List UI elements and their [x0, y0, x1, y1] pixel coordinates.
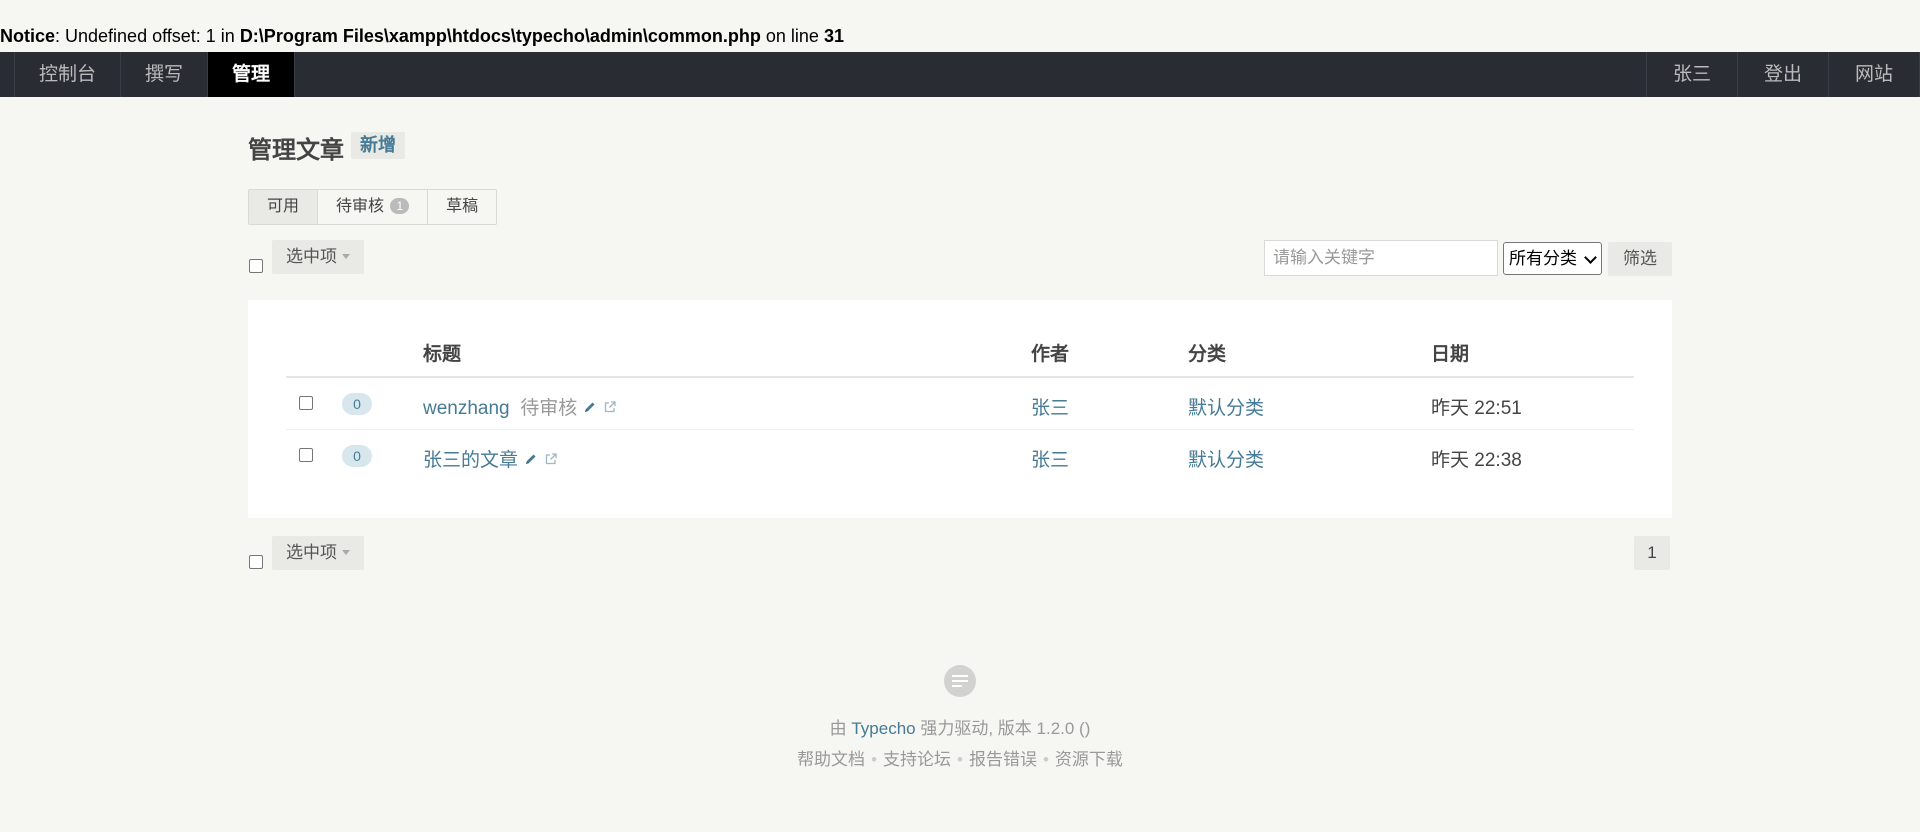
footer-link-report-bug[interactable]: 报告错误	[969, 750, 1037, 769]
selected-actions-dropdown-bottom[interactable]: 选中项	[272, 536, 364, 570]
category-selected-value: 所有分类	[1509, 249, 1577, 268]
selected-actions-label: 选中项	[286, 543, 337, 562]
caret-down-icon	[342, 550, 350, 555]
tab-waiting-label: 待审核	[336, 198, 385, 215]
notice-message: : Undefined offset: 1 in	[55, 26, 240, 46]
column-header-date: 日期	[1431, 344, 1470, 365]
footer-links: 帮助文档 • 支持论坛 • 报告错误 • 资源下载	[0, 745, 1920, 770]
table-row-title-cell: 张三的文章	[423, 445, 558, 472]
row-divider	[286, 429, 1634, 430]
tab-published[interactable]: 可用	[249, 190, 319, 224]
keyword-search-input[interactable]: 请输入关键字	[1264, 240, 1498, 276]
column-header-title: 标题	[423, 344, 462, 365]
comment-count-badge[interactable]: 0	[342, 445, 372, 467]
menu-dashboard[interactable]: 控制台	[15, 52, 122, 97]
footer-separator: •	[871, 750, 878, 769]
footer-link-docs[interactable]: 帮助文档	[797, 750, 865, 769]
typecho-link[interactable]: Typecho	[851, 719, 915, 738]
footer-version: 强力驱动, 版本 1.2.0 ()	[915, 719, 1091, 738]
post-author-link[interactable]: 张三	[1031, 445, 1069, 472]
footer-link-downloads[interactable]: 资源下载	[1055, 750, 1123, 769]
table-header-divider	[286, 376, 1634, 378]
comment-count-badge[interactable]: 0	[342, 393, 372, 415]
selected-actions-dropdown-top[interactable]: 选中项	[272, 240, 364, 274]
external-link-icon[interactable]	[544, 450, 558, 472]
search-placeholder: 请输入关键字	[1273, 248, 1375, 267]
post-title-link[interactable]: 张三的文章	[423, 450, 518, 471]
column-header-author: 作者	[1031, 344, 1070, 365]
post-date: 昨天 22:38	[1431, 450, 1522, 471]
select-all-checkbox-top[interactable]	[249, 259, 263, 273]
row-checkbox[interactable]	[299, 448, 313, 462]
post-date: 昨天 22:51	[1431, 398, 1522, 419]
column-header-category: 分类	[1188, 344, 1227, 365]
notice-line-number: 31	[823, 26, 844, 46]
edit-pencil-icon[interactable]	[583, 398, 597, 420]
post-category-link[interactable]: 默认分类	[1188, 393, 1264, 420]
notice-path: D:\Program Files\xampp\htdocs\typecho\ad…	[239, 26, 761, 46]
new-post-button[interactable]: 新增	[351, 132, 405, 159]
notice-label: Notice	[0, 26, 56, 46]
post-category-link[interactable]: 默认分类	[1188, 445, 1264, 472]
main-menu: 控制台 撰写 管理	[14, 52, 296, 97]
chevron-down-icon	[1584, 251, 1597, 264]
footer-link-forum[interactable]: 支持论坛	[883, 750, 951, 769]
selected-actions-label: 选中项	[286, 247, 337, 266]
typecho-logo-icon	[944, 665, 976, 697]
filter-button[interactable]: 筛选	[1608, 242, 1672, 276]
notice-on-line: on line	[760, 26, 824, 46]
user-menu: 张三 登出 网站	[1645, 52, 1920, 97]
waiting-count-badge: 1	[390, 198, 410, 214]
menu-logout[interactable]: 登出	[1738, 52, 1829, 97]
caret-down-icon	[342, 254, 350, 259]
tab-waiting[interactable]: 待审核 1	[318, 190, 429, 224]
table-row-title-cell: wenzhang 待审核	[423, 393, 617, 420]
row-checkbox[interactable]	[299, 396, 313, 410]
select-all-checkbox-bottom[interactable]	[249, 555, 263, 569]
menu-user-profile[interactable]: 张三	[1647, 52, 1738, 97]
external-link-icon[interactable]	[603, 398, 617, 420]
pagination-current-page[interactable]: 1	[1634, 536, 1670, 570]
menu-write[interactable]: 撰写	[121, 52, 209, 97]
post-status-label: 待审核	[520, 398, 578, 419]
footer-by: 由	[829, 719, 852, 738]
top-navigation-bar: 控制台 撰写 管理 张三 登出 网站	[0, 52, 1920, 97]
post-author-link[interactable]: 张三	[1031, 393, 1069, 420]
footer-separator: •	[957, 750, 963, 769]
menu-manage[interactable]: 管理	[208, 52, 296, 97]
footer-powered-by: 由 Typecho 强力驱动, 版本 1.2.0 ()	[0, 714, 1920, 739]
status-tabs: 可用 待审核 1 草稿	[248, 189, 498, 225]
post-title-link[interactable]: wenzhang	[423, 398, 510, 419]
edit-pencil-icon[interactable]	[524, 450, 538, 472]
tab-drafts-label: 草稿	[446, 198, 479, 215]
category-select[interactable]: 所有分类	[1503, 242, 1602, 275]
php-notice: Notice: Undefined offset: 1 in D:\Progra…	[0, 26, 844, 47]
tab-drafts[interactable]: 草稿	[428, 190, 497, 224]
menu-website[interactable]: 网站	[1829, 52, 1920, 97]
footer-separator: •	[1042, 750, 1049, 769]
page-title: 管理文章	[248, 137, 344, 164]
tab-published-label: 可用	[267, 198, 300, 215]
